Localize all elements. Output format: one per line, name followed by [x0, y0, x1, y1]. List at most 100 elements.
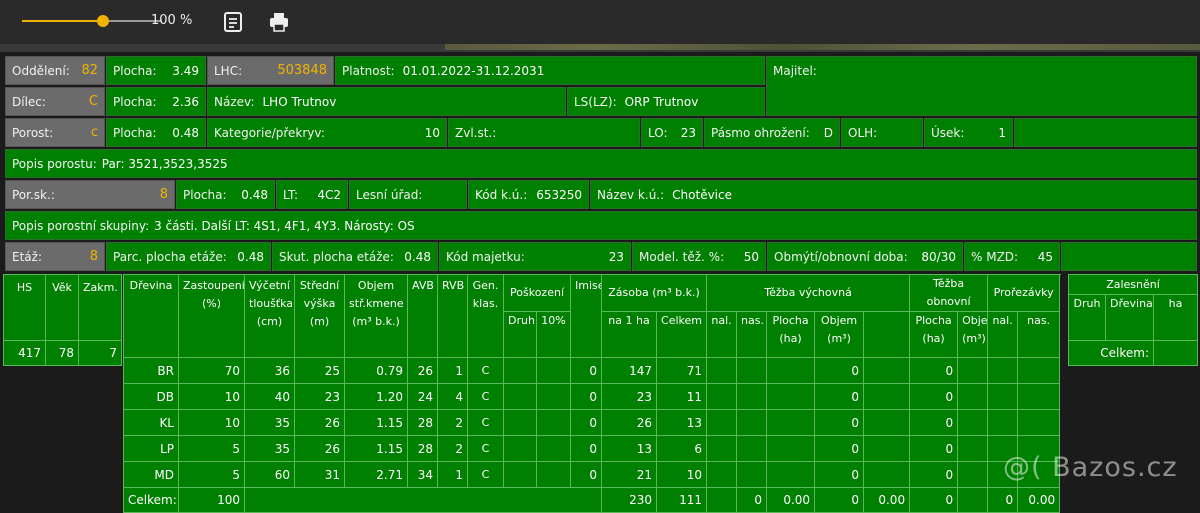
- nazev-label: Název:: [214, 94, 255, 109]
- cell-zastoupeni: 10: [178, 383, 245, 410]
- empty-field: [1014, 118, 1197, 147]
- cell-tv-plocha: [766, 357, 816, 384]
- zakm-value: 7: [78, 340, 122, 366]
- header-tv-objem: Objem (m³): [814, 311, 865, 358]
- lhc-field: LHC: 503848: [207, 56, 334, 85]
- cell-zasoba-celkem: 11: [656, 383, 708, 410]
- cell-to-objem: [957, 357, 989, 384]
- cell-tv-plocha: [766, 461, 816, 488]
- plocha-value: 3.49: [172, 63, 199, 78]
- header-tv-plocha: Plocha (ha): [766, 311, 816, 358]
- mzd-value: 45: [1037, 249, 1053, 264]
- header-tv-nal: nal.: [706, 311, 738, 358]
- header-vek: Věk: [45, 274, 79, 341]
- header-prorezavky: Prořezávky: [987, 274, 1061, 312]
- cell-vycetni: 40: [244, 383, 295, 410]
- hs-value: 417: [3, 340, 46, 366]
- cell-avb: 26: [407, 357, 438, 384]
- header-druh: Druh: [503, 311, 537, 358]
- cell-na-1-ha: 23: [601, 383, 658, 410]
- cell-avb: 28: [407, 409, 438, 436]
- dilec-label: Dílec:: [12, 94, 46, 109]
- cell-zasoba-celkem: 10: [656, 461, 708, 488]
- total-zastoupeni: 100: [178, 487, 245, 513]
- cell-tv-nal: [706, 461, 738, 488]
- usek-field: Úsek: 1: [924, 118, 1013, 147]
- cell-posk-10: [535, 435, 572, 462]
- pasmo-field: Pásmo ohrožení: D: [704, 118, 840, 147]
- lo-label: LO:: [648, 125, 668, 140]
- stand-age-table: HS Věk Zakm. 417 78 7: [3, 274, 122, 366]
- nazev-field: Název: LHO Trutnov: [207, 87, 566, 116]
- cell-pr-nal: [987, 409, 1019, 436]
- cell-rvb: 1: [437, 357, 468, 384]
- plocha-label: Plocha:: [113, 63, 157, 78]
- cell-stredni: 26: [294, 435, 345, 462]
- kod-majetku-field: Kód majetku: 23: [439, 242, 631, 271]
- lesni-urad-field: Lesní úřad:: [349, 180, 467, 209]
- header-zal-ha: ha: [1152, 294, 1199, 341]
- popis-porostu-label: Popis porostu:: [12, 156, 97, 171]
- mzd-field: % MZD: 45: [964, 242, 1060, 271]
- cell-posk-10: [535, 383, 572, 410]
- cell-tv-nas: [736, 357, 768, 384]
- cell-pr-nal: [987, 357, 1019, 384]
- plocha-value: 0.48: [172, 125, 199, 140]
- oddeleni-label: Oddělení:: [12, 63, 70, 78]
- ls-field: LS(LZ): ORP Trutnov: [567, 87, 765, 116]
- info-panel: Oddělení: 82 Plocha: 3.49 LHC: 503848 Platn…: [3, 52, 1197, 271]
- cell-tv-empty: [863, 383, 911, 410]
- dilec-field: Dílec: C: [5, 87, 105, 116]
- cell-tv-nal: [706, 357, 738, 384]
- cell-zasoba-celkem: 6: [656, 435, 708, 462]
- cell-zastoupeni: 70: [178, 357, 245, 384]
- lo-value: 23: [680, 125, 696, 140]
- cell-posk-10: [535, 409, 572, 436]
- header-vycetni: Výčetní tloušťka (cm): [244, 274, 295, 358]
- notes-icon[interactable]: [222, 11, 244, 33]
- cell-gen: C: [467, 409, 504, 436]
- zalesneni-title: Zalesnění: [1067, 274, 1199, 295]
- cell-to-objem: [957, 409, 989, 436]
- popis-porostu-value: Par: 3521,3523,3525: [101, 156, 228, 171]
- zoom-slider[interactable]: [22, 15, 162, 27]
- table-row: LP 5 35 26 1.15 28 2 C 0 13 6 0 0: [123, 435, 1061, 462]
- cell-stredni: 25: [294, 357, 345, 384]
- plocha-dilec-field: Plocha: 2.36: [106, 87, 206, 116]
- header-imise: Imise: [570, 274, 603, 358]
- cell-objem: 1.15: [344, 435, 408, 462]
- pasmo-label: Pásmo ohrožení:: [711, 125, 810, 140]
- header-na-1-ha: na 1 ha: [601, 311, 658, 358]
- skut-plocha-label: Skut. plocha etáže:: [279, 249, 394, 264]
- print-icon[interactable]: [268, 11, 290, 33]
- popis-porostu-field: Popis porostu: Par: 3521,3523,3525: [5, 149, 1197, 178]
- zoom-level: 100 %: [151, 13, 193, 28]
- cell-posk-druh: [503, 357, 537, 384]
- cell-to-objem: [957, 435, 989, 462]
- total-tv-plocha: 0.00: [766, 487, 816, 513]
- cell-imise: 0: [570, 409, 603, 436]
- platnost-label: Platnost:: [342, 63, 395, 78]
- nazev-ku-value: Chotěvice: [672, 187, 732, 202]
- lo-field: LO: 23: [641, 118, 703, 147]
- etaz-field: Etáž: 8: [5, 242, 105, 271]
- kod-ku-label: Kód k.ú.:: [475, 187, 528, 202]
- cell-avb: 34: [407, 461, 438, 488]
- total-label: Celkem:: [123, 487, 179, 513]
- porost-field: Porost: c: [5, 118, 105, 147]
- popis-skupiny-value: 3 části. Další LT: 4S1, 4F1, 4Y3. Nárost…: [154, 218, 415, 233]
- total-to-objem: 0: [909, 487, 959, 513]
- cell-tv-nal: [706, 435, 738, 462]
- lhc-value: 503848: [277, 63, 327, 78]
- header-tezba-obnovni: Těžba obnovní: [909, 274, 989, 312]
- cell-zasoba-celkem: 13: [656, 409, 708, 436]
- model-tezby-value: 50: [743, 249, 759, 264]
- cell-imise: 0: [570, 357, 603, 384]
- header-zasoba-celkem: Celkem: [656, 311, 708, 358]
- total-to-plocha: 0.00: [863, 487, 911, 513]
- ls-value: ORP Trutnov: [624, 94, 699, 109]
- table-row: BR 70 36 25 0.79 26 1 C 0 147 71 0 0: [123, 357, 1061, 384]
- zoom-slider-handle[interactable]: [97, 15, 110, 27]
- cell-avb: 28: [407, 435, 438, 462]
- cell-gen: C: [467, 435, 504, 462]
